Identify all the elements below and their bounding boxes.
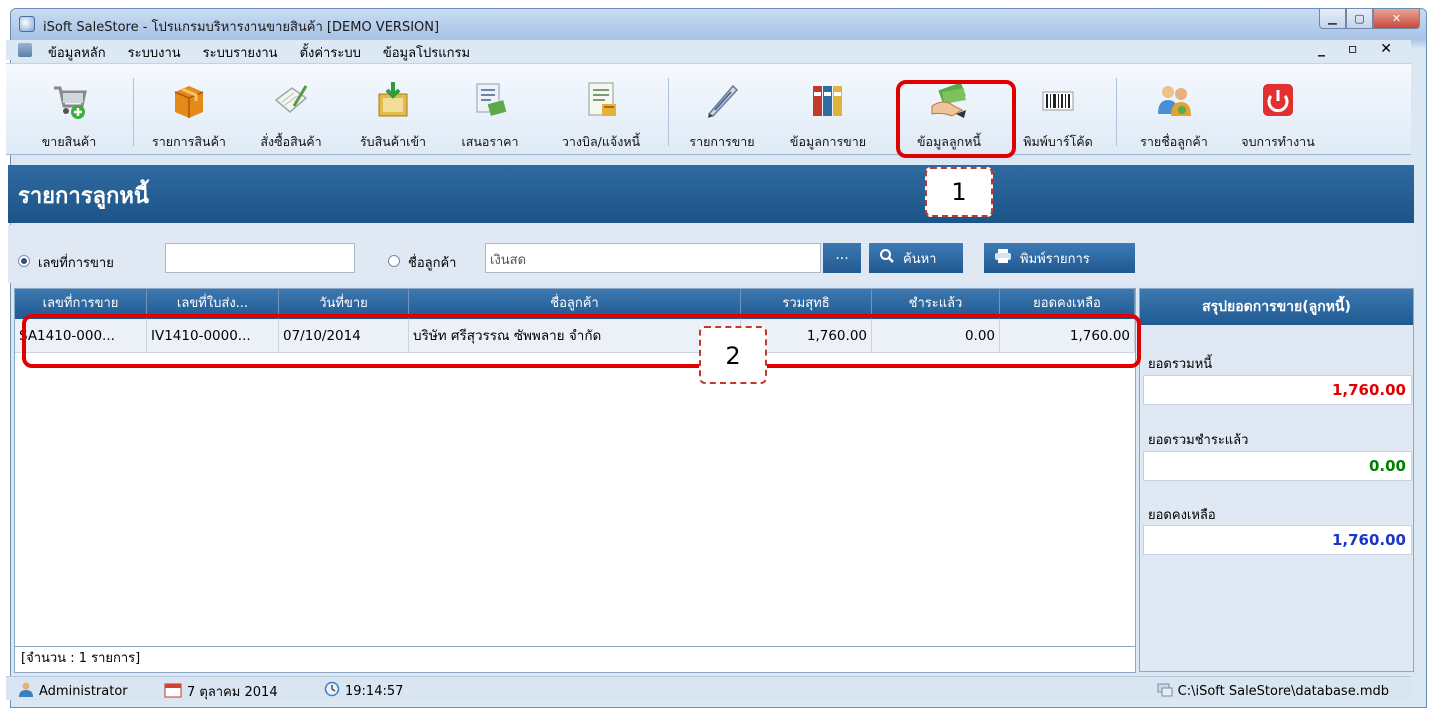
toolbar-receive-button[interactable]: รับสินค้าเข้า [342, 64, 444, 154]
toolbar-label: วางบิล/แจ้งหนี้ [561, 134, 641, 149]
status-db-path-text: C:\iSoft SaleStore\database.mdb [1177, 683, 1389, 699]
toolbar-label: จบการทำงาน [1241, 134, 1315, 149]
balance-value: 1,760.00 [1143, 525, 1412, 555]
toolbar-products-button[interactable]: รายการสินค้า [138, 64, 240, 154]
status-user: Administrator [18, 681, 128, 701]
menu-reports[interactable]: ระบบรายงาน [203, 42, 278, 63]
summary-title: สรุปยอดการขาย(ลูกหนี้) [1140, 289, 1413, 325]
menu-settings[interactable]: ตั้งค่าระบบ [300, 42, 361, 63]
status-time: 19:14:57 [324, 681, 403, 701]
shopping-cart-icon [50, 80, 88, 120]
callout-2: 2 [699, 326, 767, 384]
invoice-icon [582, 80, 620, 120]
total-paid-label: ยอดรวมชำระแล้ว [1148, 433, 1249, 448]
toolbar-sales-info-button[interactable]: ข้อมูลการขาย [772, 64, 884, 154]
toolbar-separator [1116, 78, 1117, 146]
print-button-label: พิมพ์รายการ [1020, 251, 1090, 267]
toolbar-quotation-button[interactable]: เสนอราคา [444, 64, 536, 154]
highlight-debtor-row [22, 314, 1141, 368]
calendar-icon [164, 682, 182, 702]
barcode-icon [1039, 80, 1077, 120]
status-time-text: 19:14:57 [345, 683, 404, 699]
status-db-path: C:\iSoft SaleStore\database.mdb [1157, 681, 1389, 701]
toolbar-sell-button[interactable]: ขายสินค้า [6, 64, 132, 154]
clock-icon [324, 681, 340, 701]
toolbar-separator [133, 78, 134, 146]
status-user-text: Administrator [39, 683, 128, 699]
total-debt-value: 1,760.00 [1143, 375, 1412, 405]
print-list-button[interactable]: พิมพ์รายการ [984, 243, 1135, 273]
toolbar-label: รายการสินค้า [152, 134, 226, 149]
toolbar-customers-button[interactable]: รายชื่อลูกค้า [1120, 64, 1228, 154]
search-icon [879, 248, 895, 268]
status-bar: Administrator 7 ตุลาคม 2014 19:14:57 C:\… [6, 676, 1411, 700]
page-title: รายการลูกหนี้ [18, 184, 149, 209]
toolbar-label: เสนอราคา [461, 134, 519, 149]
toolbar-exit-button[interactable]: จบการทำงาน [1228, 64, 1328, 154]
page-header: รายการลูกหนี้ [8, 165, 1414, 223]
menu-bar: ข้อมูลหลัก ระบบงาน ระบบรายงาน ตั้งค่าระบ… [6, 40, 1411, 63]
binders-icon [809, 80, 847, 120]
customer-input[interactable]: เงินสด [485, 243, 821, 273]
receive-goods-icon [374, 80, 412, 120]
browse-customer-button[interactable]: ... [823, 243, 861, 273]
toolbar-label: รายการขาย [689, 134, 755, 149]
record-count: [จำนวน : 1 รายการ] [14, 647, 1136, 673]
toolbar-label: สั่งซื้อสินค้า [260, 134, 322, 149]
toolbar-separator [668, 78, 669, 146]
radio-sale-no[interactable] [18, 255, 30, 267]
database-icon [1157, 681, 1173, 701]
toolbar-label: ขายสินค้า [41, 134, 97, 149]
minimize-button[interactable]: ▁ [1319, 9, 1346, 29]
customers-icon [1155, 80, 1193, 120]
menu-master-data[interactable]: ข้อมูลหลัก [48, 42, 106, 63]
menu-system[interactable]: ระบบงาน [128, 42, 181, 63]
mdi-controls[interactable]: _ ▫ ✕ [1318, 41, 1401, 57]
close-button[interactable]: ✕ [1373, 9, 1420, 29]
search-button[interactable]: ค้นหา [869, 243, 963, 273]
highlight-debtor-button [896, 80, 1016, 158]
mdi-window-icon [18, 43, 32, 57]
total-debt-label: ยอดรวมหนี้ [1148, 357, 1213, 372]
user-icon [18, 681, 34, 701]
pen-icon [703, 80, 741, 120]
toolbar-barcode-button[interactable]: พิมพ์บาร์โค้ด [1004, 64, 1112, 154]
total-paid-value: 0.00 [1143, 451, 1412, 481]
order-document-icon [272, 80, 310, 120]
radio-customer[interactable] [388, 255, 400, 267]
toolbar-label: รับสินค้าเข้า [359, 134, 427, 149]
radio-sale-no-label[interactable]: เลขที่การขาย [38, 252, 114, 273]
sale-no-input[interactable] [165, 243, 355, 273]
toolbar: ขายสินค้า รายการสินค้า สั่งซื้อสินค้า รั… [6, 63, 1411, 155]
window-title: iSoft SaleStore - โปรแกรมบริหารงานขายสิน… [43, 20, 440, 35]
status-date-text: 7 ตุลาคม 2014 [187, 685, 278, 700]
toolbar-label: ข้อมูลการขาย [789, 134, 867, 149]
toolbar-label: รายชื่อลูกค้า [1140, 134, 1208, 149]
balance-label: ยอดคงเหลือ [1148, 508, 1216, 523]
toolbar-order-button[interactable]: สั่งซื้อสินค้า [240, 64, 342, 154]
app-icon [19, 16, 35, 32]
product-box-icon [170, 80, 208, 120]
power-icon [1259, 80, 1297, 120]
window-controls: ▁ ▢ ✕ [1319, 9, 1420, 29]
printer-icon [994, 248, 1012, 268]
toolbar-label: พิมพ์บาร์โค้ด [1023, 134, 1093, 149]
toolbar-invoice-button[interactable]: วางบิล/แจ้งหนี้ [536, 64, 666, 154]
radio-customer-label[interactable]: ชื่อลูกค้า [408, 252, 456, 273]
search-panel: เลขที่การขาย ชื่อลูกค้า เงินสด ... ค้นหา… [8, 225, 1414, 283]
title-bar: iSoft SaleStore - โปรแกรมบริหารงานขายสิน… [11, 9, 1426, 39]
status-date: 7 ตุลาคม 2014 [164, 681, 278, 702]
summary-panel: สรุปยอดการขาย(ลูกหนี้) ยอดรวมหนี้ 1,760.… [1139, 288, 1414, 672]
callout-1: 1 [925, 167, 993, 217]
maximize-button[interactable]: ▢ [1346, 9, 1373, 29]
toolbar-sales-list-button[interactable]: รายการขาย [672, 64, 772, 154]
menu-about[interactable]: ข้อมูลโปรแกรม [383, 42, 470, 63]
quotation-icon [471, 80, 509, 120]
search-button-label: ค้นหา [903, 251, 937, 267]
